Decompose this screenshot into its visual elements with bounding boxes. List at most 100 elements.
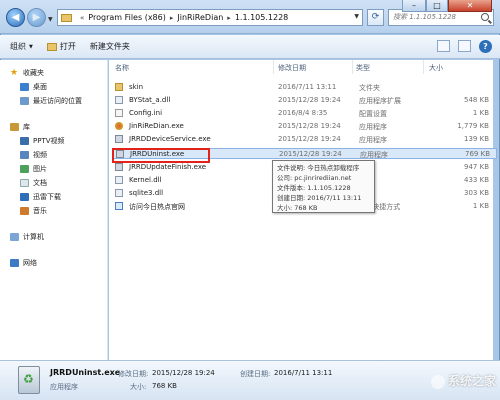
column-header-date[interactable]: 修改日期 [278, 63, 306, 73]
details-file-name: JRRDUninst.exe [50, 368, 121, 377]
sidebar-item-pptv[interactable]: PPTV视频 [20, 136, 65, 146]
folder-icon [115, 83, 123, 91]
file-date: 2015/12/28 19:24 [279, 150, 342, 158]
watermark: 系统之家 [430, 372, 496, 389]
folder-icon [61, 13, 72, 22]
column-header-size[interactable]: 大小 [429, 63, 443, 73]
file-tooltip: 文件说明: 今日热点卸载程序 公司: pc.jinrirediian.net 文… [272, 160, 375, 213]
sidebar-item-label: 文档 [33, 179, 47, 187]
file-type: 配置设置 [359, 110, 387, 118]
open-button[interactable]: 打开 [46, 41, 76, 52]
search-icon[interactable] [481, 13, 489, 21]
sidebar-item-label: PPTV视频 [33, 137, 65, 145]
star-icon: ★ [10, 68, 19, 78]
address-overflow-chevron[interactable]: « [80, 14, 84, 22]
file-date: 2015/12/28 19:24 [278, 135, 341, 143]
file-date: 2015/12/28 19:24 [278, 96, 341, 104]
sidebar-item-label: 库 [23, 123, 30, 131]
watermark-text: 系统之家 [447, 374, 496, 388]
file-type: 应用程序 [359, 136, 387, 144]
refresh-button[interactable]: ⟳ [367, 9, 384, 26]
file-row[interactable]: JRRDDeviceService.exe 2015/12/28 19:24 应… [113, 134, 497, 145]
details-pane: JRRDUninst.exe 修改日期: 2015/12/28 19:24 创建… [0, 360, 500, 400]
sidebar-item-documents[interactable]: 文档 [20, 178, 47, 188]
help-icon[interactable]: ? [479, 40, 492, 53]
breadcrumb-program-files[interactable]: Program Files (x86) [88, 13, 166, 22]
breadcrumb-jinriredian[interactable]: JinRiReDian [177, 13, 223, 22]
dll-icon [115, 96, 123, 104]
file-size: 303 KB [464, 189, 489, 197]
column-header-name[interactable]: 名称 [115, 63, 129, 73]
preview-pane-icon[interactable] [458, 40, 471, 52]
sidebar-item-music[interactable]: 音乐 [20, 206, 47, 216]
new-folder-button[interactable]: 新建文件夹 [90, 41, 130, 52]
tooltip-description: 文件说明: 今日热点卸载程序 [277, 164, 360, 172]
file-size: 548 KB [464, 96, 489, 104]
column-divider[interactable] [352, 60, 353, 74]
sidebar-item-recent-places[interactable]: 最近访问的位置 [20, 96, 82, 106]
sidebar-item-label: 网络 [23, 259, 37, 267]
video-icon [20, 151, 29, 159]
sidebar-item-favorites[interactable]: ★ 收藏夹 [10, 68, 44, 78]
file-size: 1 KB [472, 202, 489, 210]
chevron-down-icon: ▼ [29, 43, 33, 50]
recent-pages-dropdown-icon[interactable]: ▼ [48, 16, 53, 23]
download-icon [20, 193, 29, 201]
tooltip-created: 创建日期: 2016/7/11 13:11 [277, 194, 362, 202]
file-row[interactable]: BYStat_a.dll 2015/12/28 19:24 应用程序扩展 548… [113, 95, 497, 106]
back-button[interactable]: ◀ [6, 8, 25, 27]
file-type: 应用程序 [359, 123, 387, 131]
address-dropdown-icon[interactable]: ▼ [354, 13, 359, 20]
file-name: BYStat_a.dll [129, 96, 171, 104]
pptv-icon [20, 137, 29, 145]
breadcrumb-version[interactable]: 1.1.105.1228 [235, 13, 288, 22]
sidebar-item-pictures[interactable]: 图片 [20, 164, 47, 174]
details-modified-value: 2015/12/28 19:24 [152, 369, 215, 377]
tooltip-version: 文件版本: 1.1.105.1228 [277, 184, 351, 192]
desktop-icon [20, 83, 29, 91]
file-row[interactable]: JinRiReDian.exe 2015/12/28 19:24 应用程序 1,… [113, 121, 497, 132]
sidebar-item-videos[interactable]: 视频 [20, 150, 47, 160]
file-name: JRRDUpdateFinish.exe [129, 163, 207, 171]
uninstall-icon [18, 366, 40, 394]
new-folder-label: 新建文件夹 [89, 42, 130, 51]
column-divider[interactable] [273, 60, 274, 74]
chevron-right-icon[interactable]: ▸ [170, 14, 174, 22]
forward-button[interactable]: ▶ [27, 8, 46, 27]
sidebar-item-network[interactable]: 网络 [10, 258, 37, 268]
address-bar[interactable]: « Program Files (x86) ▸ JinRiReDian ▸ 1.… [57, 9, 363, 26]
sidebar-item-downloads[interactable]: 迅雷下载 [20, 192, 61, 202]
highlight-box [112, 148, 210, 163]
sidebar-item-desktop[interactable]: 桌面 [20, 82, 47, 92]
close-button[interactable]: ✕ [448, 0, 492, 12]
sidebar-item-label: 最近访问的位置 [33, 97, 82, 105]
minimize-button[interactable]: – [402, 0, 426, 12]
chevron-right-icon[interactable]: ▸ [227, 14, 231, 22]
details-size-value: 768 KB [152, 382, 177, 390]
sidebar-item-libraries[interactable]: 库 [10, 122, 30, 132]
command-bar: 组织 ▼ 打开 新建文件夹 ? [0, 35, 500, 59]
file-size: 433 KB [464, 176, 489, 184]
file-date: 2016/7/11 13:11 [278, 83, 337, 91]
column-header-type[interactable]: 类型 [356, 63, 370, 73]
file-row[interactable]: Config.ini 2016/8/4 8:35 配置设置 1 KB [113, 108, 497, 119]
file-name: Config.ini [129, 109, 163, 117]
maximize-button[interactable]: □ [426, 0, 448, 12]
file-date: 2015/12/28 19:24 [278, 122, 341, 130]
open-icon [46, 42, 57, 51]
music-icon [20, 207, 29, 215]
network-icon [10, 259, 19, 267]
sidebar-item-label: 桌面 [33, 83, 47, 91]
organize-button[interactable]: 组织 ▼ [10, 41, 33, 52]
sidebar-item-computer[interactable]: 计算机 [10, 232, 44, 242]
sidebar-item-label: 收藏夹 [23, 69, 44, 77]
details-file-type: 应用程序 [50, 383, 78, 391]
change-view-icon[interactable] [437, 40, 450, 52]
file-size: 1 KB [472, 109, 489, 117]
dll-icon [115, 176, 123, 184]
column-divider[interactable] [423, 60, 424, 74]
sidebar-item-label: 音乐 [33, 207, 47, 215]
file-row[interactable]: skin 2016/7/11 13:11 文件夹 [113, 82, 497, 93]
picture-icon [20, 165, 29, 173]
open-label: 打开 [59, 42, 76, 51]
